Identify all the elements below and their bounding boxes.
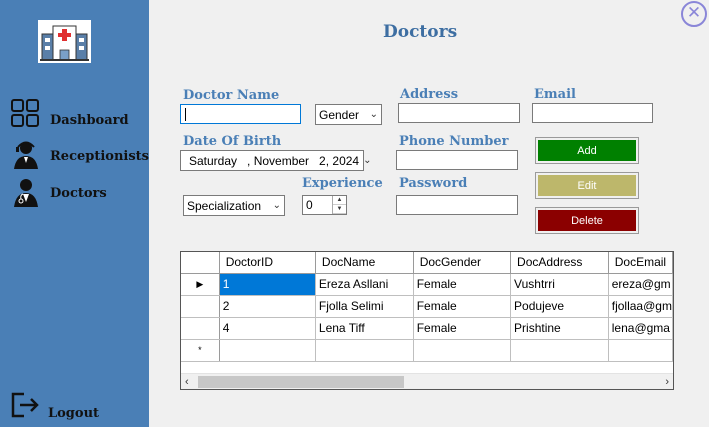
email-label: Email [534,87,576,102]
horizontal-scrollbar[interactable]: ‹ › [181,373,673,389]
email-input[interactable] [532,103,653,123]
gender-select-value: Gender [319,107,360,122]
dashboard-grid-icon [10,98,42,130]
row-header-corner [181,252,220,274]
specialization-select[interactable]: Specialization ⌄ [183,195,285,216]
table-cell[interactable] [413,339,512,362]
doctor-name-input[interactable] [180,104,301,124]
table-cell[interactable]: Female [413,273,512,296]
sidebar-item-dashboard[interactable]: Dashboard [10,98,129,130]
table-cell[interactable]: Fjolla Selimi [315,295,414,318]
dob-value: Saturday , November 2, 2024 [189,153,360,168]
address-label: Address [400,87,459,102]
address-input[interactable] [398,103,520,123]
table-row[interactable]: ▶ 1 Ereza Asllani Female Vushtrri ereza@… [181,273,673,296]
table-cell[interactable] [510,339,609,362]
row-header[interactable] [181,295,220,318]
doctors-grid[interactable]: DoctorID DocName DocGender DocAddress Do… [180,251,674,390]
row-header[interactable] [181,317,220,340]
column-header-docaddress[interactable]: DocAddress [510,252,609,274]
edit-button[interactable]: Edit [535,172,639,199]
delete-button-label: Delete [538,210,636,231]
phone-input[interactable] [396,150,518,170]
sidebar-item-label: Doctors [50,185,107,201]
table-cell[interactable]: ereza@gm [608,273,673,296]
password-input[interactable] [396,195,518,215]
close-button[interactable]: ✕ [681,1,707,27]
experience-value: 0 [306,198,313,212]
table-row[interactable]: 4 Lena Tiff Female Prishtine lena@gma [181,317,673,340]
page-title: Doctors [383,22,458,42]
scroll-right-icon[interactable]: › [665,374,669,389]
logout-label: Logout [48,406,100,421]
stepper-up-icon[interactable]: ▲ [333,196,346,205]
stepper-down-icon[interactable]: ▼ [333,205,346,214]
table-cell[interactable] [315,339,414,362]
table-cell[interactable]: Lena Tiff [315,317,414,340]
hospital-icon [38,20,91,63]
phone-label: Phone Number [399,134,509,149]
doctor-name-label: Doctor Name [183,88,280,103]
sidebar: Dashboard Receptionists Doctors Logout [0,0,149,427]
new-row-indicator-icon[interactable]: * [181,339,220,362]
experience-stepper[interactable]: 0 ▲ ▼ [302,195,347,215]
new-table-row[interactable]: * [181,339,673,362]
add-button[interactable]: Add [535,137,639,164]
chevron-down-icon: ⌄ [363,155,372,166]
edit-button-label: Edit [538,175,636,196]
receptionist-icon [10,138,42,170]
logout-button[interactable]: Logout [10,388,99,421]
table-cell[interactable] [608,339,673,362]
specialization-value: Specialization [187,198,262,213]
scroll-left-icon[interactable]: ‹ [185,374,189,389]
table-cell[interactable]: 1 [219,273,316,296]
table-row[interactable]: 2 Fjolla Selimi Female Podujeve fjollaa@… [181,295,673,318]
grid-header-row: DoctorID DocName DocGender DocAddress Do… [181,252,673,274]
table-cell[interactable]: Ereza Asllani [315,273,414,296]
column-header-docgender[interactable]: DocGender [413,252,512,274]
dob-datepicker[interactable]: Saturday , November 2, 2024 ⌄ [180,150,371,171]
table-cell[interactable]: Female [413,317,512,340]
gender-select[interactable]: Gender ⌄ [315,104,382,125]
table-cell[interactable]: Female [413,295,512,318]
delete-button[interactable]: Delete [535,207,639,234]
sidebar-item-receptionists[interactable]: Receptionists [10,138,149,170]
table-cell[interactable]: fjollaa@gm [608,295,673,318]
dob-label: Date Of Birth [183,134,282,149]
current-row-indicator-icon[interactable]: ▶ [181,273,220,296]
logout-icon [10,391,40,419]
table-cell[interactable]: 4 [219,317,316,340]
add-button-label: Add [538,140,636,161]
chevron-down-icon: ⌄ [272,200,281,211]
table-cell[interactable]: lena@gma [608,317,673,340]
table-cell[interactable]: 2 [219,295,316,318]
table-cell[interactable]: Vushtrri [510,273,609,296]
sidebar-item-doctors[interactable]: Doctors [10,176,107,208]
table-cell[interactable]: Prishtine [510,317,609,340]
column-header-docname[interactable]: DocName [315,252,414,274]
experience-label: Experience [302,176,383,191]
scrollbar-thumb[interactable] [198,376,404,388]
chevron-down-icon: ⌄ [369,109,378,120]
close-icon: ✕ [686,3,702,23]
password-label: Password [399,176,468,191]
column-header-docemail[interactable]: DocEmail [608,252,673,274]
sidebar-item-label: Receptionists [50,148,149,164]
doctor-icon [10,176,42,208]
sidebar-item-label: Dashboard [50,112,129,128]
table-cell[interactable]: Podujeve [510,295,609,318]
column-header-doctorid[interactable]: DoctorID [219,252,316,274]
table-cell[interactable] [219,339,316,362]
